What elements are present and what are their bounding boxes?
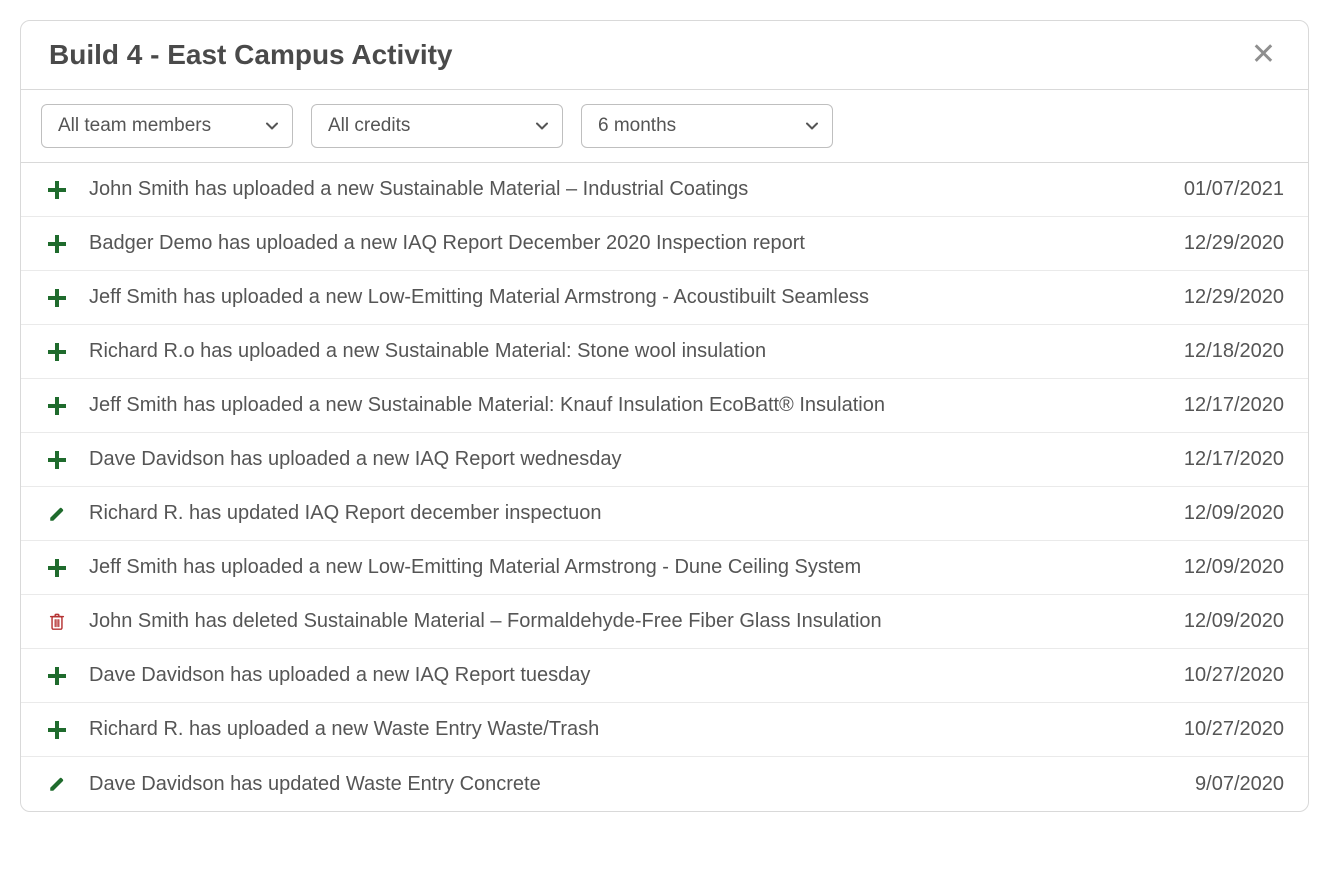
plus-icon — [45, 235, 69, 253]
activity-date: 12/17/2020 — [1144, 448, 1284, 471]
activity-text: Dave Davidson has uploaded a new IAQ Rep… — [69, 446, 1144, 473]
activity-text: John Smith has deleted Sustainable Mater… — [69, 608, 1144, 635]
chevron-down-icon — [534, 118, 550, 134]
activity-row[interactable]: Richard R.o has uploaded a new Sustainab… — [21, 325, 1308, 379]
activity-text: Richard R. has updated IAQ Report decemb… — [69, 500, 1144, 527]
team-filter-select[interactable]: All team members — [41, 104, 293, 148]
close-icon: ✕ — [1251, 38, 1276, 71]
credits-filter-select[interactable]: All credits — [311, 104, 563, 148]
activity-row[interactable]: John Smith has deleted Sustainable Mater… — [21, 595, 1308, 649]
activity-text: Richard R. has uploaded a new Waste Entr… — [69, 716, 1144, 743]
panel-title: Build 4 - East Campus Activity — [49, 39, 453, 71]
activity-text: Badger Demo has uploaded a new IAQ Repor… — [69, 230, 1144, 257]
activity-date: 12/29/2020 — [1144, 232, 1284, 255]
activity-row[interactable]: Dave Davidson has uploaded a new IAQ Rep… — [21, 649, 1308, 703]
activity-row[interactable]: Jeff Smith has uploaded a new Low-Emitti… — [21, 271, 1308, 325]
activity-row[interactable]: Jeff Smith has uploaded a new Sustainabl… — [21, 379, 1308, 433]
pencil-icon — [45, 775, 69, 793]
chevron-down-icon — [804, 118, 820, 134]
activity-date: 9/07/2020 — [1144, 773, 1284, 796]
activity-text: Richard R.o has uploaded a new Sustainab… — [69, 338, 1144, 365]
activity-date: 10/27/2020 — [1144, 664, 1284, 687]
activity-row[interactable]: Richard R. has uploaded a new Waste Entr… — [21, 703, 1308, 757]
plus-icon — [45, 289, 69, 307]
activity-text: Dave Davidson has uploaded a new IAQ Rep… — [69, 662, 1144, 689]
timeframe-filter-select[interactable]: 6 months — [581, 104, 833, 148]
plus-icon — [45, 397, 69, 415]
plus-icon — [45, 559, 69, 577]
team-filter-value: All team members — [58, 115, 211, 137]
activity-text: Jeff Smith has uploaded a new Low-Emitti… — [69, 554, 1144, 581]
activity-date: 12/18/2020 — [1144, 340, 1284, 363]
activity-text: Jeff Smith has uploaded a new Low-Emitti… — [69, 284, 1144, 311]
activity-panel: Build 4 - East Campus Activity ✕ All tea… — [20, 20, 1309, 812]
activity-row[interactable]: Dave Davidson has uploaded a new IAQ Rep… — [21, 433, 1308, 487]
plus-icon — [45, 667, 69, 685]
plus-icon — [45, 721, 69, 739]
credits-filter-value: All credits — [328, 115, 410, 137]
timeframe-filter-value: 6 months — [598, 115, 676, 137]
activity-row[interactable]: Dave Davidson has updated Waste Entry Co… — [21, 757, 1308, 811]
plus-icon — [45, 343, 69, 361]
activity-text: John Smith has uploaded a new Sustainabl… — [69, 176, 1144, 203]
plus-icon — [45, 451, 69, 469]
activity-row[interactable]: Jeff Smith has uploaded a new Low-Emitti… — [21, 541, 1308, 595]
activity-row[interactable]: Badger Demo has uploaded a new IAQ Repor… — [21, 217, 1308, 271]
filter-bar: All team members All credits 6 months — [21, 90, 1308, 163]
activity-date: 12/09/2020 — [1144, 502, 1284, 525]
panel-header: Build 4 - East Campus Activity ✕ — [21, 21, 1308, 90]
activity-text: Dave Davidson has updated Waste Entry Co… — [69, 771, 1144, 798]
activity-date: 10/27/2020 — [1144, 718, 1284, 741]
activity-date: 12/17/2020 — [1144, 394, 1284, 417]
trash-icon — [45, 612, 69, 632]
pencil-icon — [45, 505, 69, 523]
activity-row[interactable]: John Smith has uploaded a new Sustainabl… — [21, 163, 1308, 217]
activity-date: 12/09/2020 — [1144, 556, 1284, 579]
chevron-down-icon — [264, 118, 280, 134]
activity-row[interactable]: Richard R. has updated IAQ Report decemb… — [21, 487, 1308, 541]
close-button[interactable]: ✕ — [1247, 40, 1280, 70]
activity-date: 01/07/2021 — [1144, 178, 1284, 201]
activity-date: 12/09/2020 — [1144, 610, 1284, 633]
activity-text: Jeff Smith has uploaded a new Sustainabl… — [69, 392, 1144, 419]
activity-list: John Smith has uploaded a new Sustainabl… — [21, 163, 1308, 811]
plus-icon — [45, 181, 69, 199]
activity-date: 12/29/2020 — [1144, 286, 1284, 309]
